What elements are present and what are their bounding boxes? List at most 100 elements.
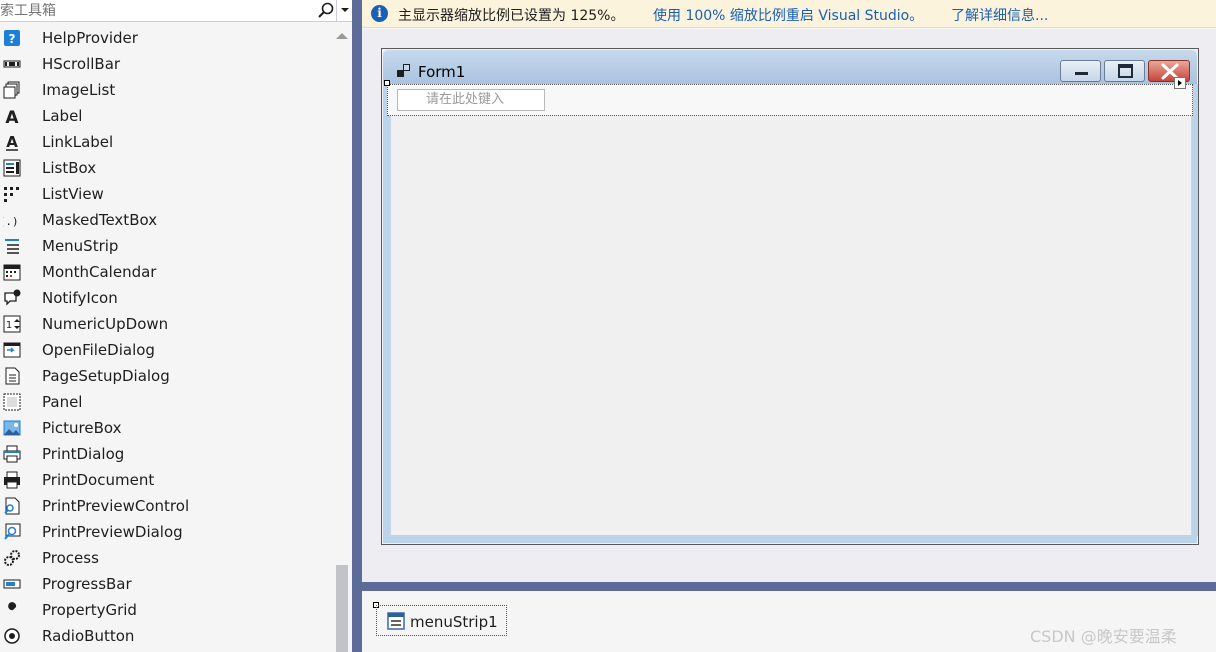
toolbox-item-label: LinkLabel: [42, 133, 114, 151]
form-icon: [397, 64, 410, 77]
toolbox-item-label: ListView: [42, 185, 104, 203]
notifyicon-icon: [4, 289, 21, 306]
process-icon: [4, 550, 20, 566]
tray-component-menustrip[interactable]: menuStrip1: [376, 605, 507, 636]
maximize-button[interactable]: [1104, 60, 1145, 82]
menustrip-icon: [387, 612, 405, 630]
toolbox-item-imagelist[interactable]: ImageList: [0, 77, 332, 103]
listbox-icon: [3, 159, 21, 177]
tray-component-label: menuStrip1: [410, 613, 498, 631]
toolbox-item-linklabel[interactable]: A LinkLabel: [0, 129, 332, 155]
maskedtextbox-icon: (.).: [3, 215, 21, 228]
panel-splitter[interactable]: [352, 0, 362, 652]
printdocument-icon: [4, 471, 20, 489]
toolbox-search: [0, 0, 352, 22]
imagelist-icon: [3, 81, 20, 99]
toolbox-item-label: Label: [42, 107, 83, 125]
form-window[interactable]: Form1: [381, 48, 1199, 545]
toolbox-item-progressbar[interactable]: ProgressBar: [0, 571, 332, 597]
tray-splitter[interactable]: [362, 582, 1216, 591]
toolbox-item-listview[interactable]: ListView: [0, 181, 332, 207]
toolbox-item-label: PropertyGrid: [42, 601, 137, 619]
menustrip-control[interactable]: 请在此处键入: [387, 84, 1193, 116]
scroll-thumb[interactable]: [336, 565, 348, 652]
toolbox-item-label: NumericUpDown: [42, 315, 169, 333]
toolbox-item-printdocument[interactable]: PrintDocument: [0, 467, 332, 493]
toolbox-item-radiobutton[interactable]: RadioButton: [0, 623, 332, 649]
numericupdown-icon: 1: [3, 315, 21, 333]
hscrollbar-icon: [3, 60, 21, 68]
toolbox-item-propertygrid[interactable]: PropertyGrid: [0, 597, 332, 623]
toolbox-item-process[interactable]: Process: [0, 545, 332, 571]
label-icon: A: [5, 108, 19, 125]
propertygrid-icon: [6, 602, 17, 617]
toolbox-item-helpprovider[interactable]: ? HelpProvider: [0, 25, 332, 51]
pagesetupdialog-icon: [5, 367, 20, 385]
toolbox-item-label: ListBox: [42, 159, 97, 177]
printpreviewdialog-icon: [4, 523, 21, 540]
toolbox-search-input[interactable]: [0, 0, 312, 21]
toolbox-item-printpreviewcontrol[interactable]: PrintPreviewControl: [0, 493, 332, 519]
monthcalendar-icon: [3, 264, 21, 281]
toolbox-item-label: MenuStrip: [42, 237, 119, 255]
menu-type-here-box[interactable]: 请在此处键入: [397, 89, 545, 111]
smart-tag-arrow-icon[interactable]: [1174, 77, 1186, 89]
printpreviewcontrol-icon: [4, 497, 20, 515]
maximize-icon: [1118, 64, 1133, 78]
toolbox-item-printdialog[interactable]: PrintDialog: [0, 441, 332, 467]
toolbox-item-listbox[interactable]: ListBox: [0, 155, 332, 181]
toolbox-item-openfiledialog[interactable]: OpenFileDialog: [0, 337, 332, 363]
toolbox-item-label: PrintDialog: [42, 445, 125, 463]
search-icon[interactable]: [316, 1, 336, 21]
toolbox-item-menustrip[interactable]: MenuStrip: [0, 233, 332, 259]
selection-handle[interactable]: [384, 80, 390, 86]
watermark: CSDN @晚安要温柔: [1030, 627, 1177, 646]
toolbox-item-label: MonthCalendar: [42, 263, 157, 281]
toolbox-item-maskedtextbox[interactable]: (.). MaskedTextBox: [0, 207, 332, 233]
minimize-button[interactable]: [1060, 60, 1101, 82]
linklabel-icon: A: [6, 133, 18, 151]
chevron-down-icon[interactable]: [336, 0, 352, 21]
svg-text:1: 1: [6, 320, 12, 331]
toolbox-scrollbar[interactable]: [332, 25, 352, 652]
toolbox-item-label: PrintPreviewDialog: [42, 523, 183, 541]
toolbox-panel: ? HelpProvider HScrollBar ImageList A Label A L…: [0, 0, 352, 652]
learn-more-link[interactable]: 了解详细信息...: [951, 5, 1048, 25]
restart-100-link[interactable]: 使用 100% 缩放比例重启 Visual Studio。: [653, 5, 923, 25]
info-message: 主显示器缩放比例已设置为 125%。: [398, 8, 625, 24]
toolbox-item-label: HScrollBar: [42, 55, 121, 73]
toolbox-item-numericupdown[interactable]: 1 NumericUpDown: [0, 311, 332, 337]
picturebox-icon: [3, 420, 21, 436]
help-provider-icon: ?: [4, 30, 20, 46]
openfiledialog-icon: [3, 342, 21, 358]
svg-text:(.).: (.).: [3, 215, 21, 228]
toolbox-item-label: RadioButton: [42, 627, 135, 645]
toolbox-item-list: ? HelpProvider HScrollBar ImageList A Label A L…: [0, 25, 332, 649]
toolbox-item-label: Panel: [42, 393, 83, 411]
info-bar: i 主显示器缩放比例已设置为 125%。 使用 100% 缩放比例重启 Visu…: [362, 0, 1216, 28]
toolbox-item-label: Process: [42, 549, 99, 567]
toolbox-item-picturebox[interactable]: PictureBox: [0, 415, 332, 441]
form-left-border: [383, 84, 390, 536]
toolbox-item-pagesetupdialog[interactable]: PageSetupDialog: [0, 363, 332, 389]
listview-icon: [4, 187, 19, 202]
toolbox-item-label: ImageList: [42, 81, 116, 99]
toolbox-item-printpreviewdialog[interactable]: PrintPreviewDialog: [0, 519, 332, 545]
form-title: Form1: [418, 63, 466, 81]
toolbox-item-notifyicon[interactable]: NotifyIcon: [0, 285, 332, 311]
form-right-border: [1191, 84, 1198, 536]
toolbox-item-monthcalendar[interactable]: MonthCalendar: [0, 259, 332, 285]
toolbox-item-hscrollbar[interactable]: HScrollBar: [0, 51, 332, 77]
toolbox-item-label: PictureBox: [42, 419, 122, 437]
toolbox-item-label: OpenFileDialog: [42, 341, 155, 359]
form-titlebar[interactable]: Form1: [383, 50, 1197, 84]
minimize-icon: [1075, 72, 1088, 75]
scroll-up-arrow-icon[interactable]: [336, 33, 348, 39]
radiobutton-icon: [4, 628, 20, 644]
toolbox-item-panel[interactable]: Panel: [0, 389, 332, 415]
svg-text:?: ?: [9, 32, 16, 46]
toolbox-item-label[interactable]: A Label: [0, 103, 332, 129]
panel-icon: [3, 393, 21, 411]
form-client-area[interactable]: [390, 84, 1192, 536]
printdialog-icon: [3, 445, 21, 463]
